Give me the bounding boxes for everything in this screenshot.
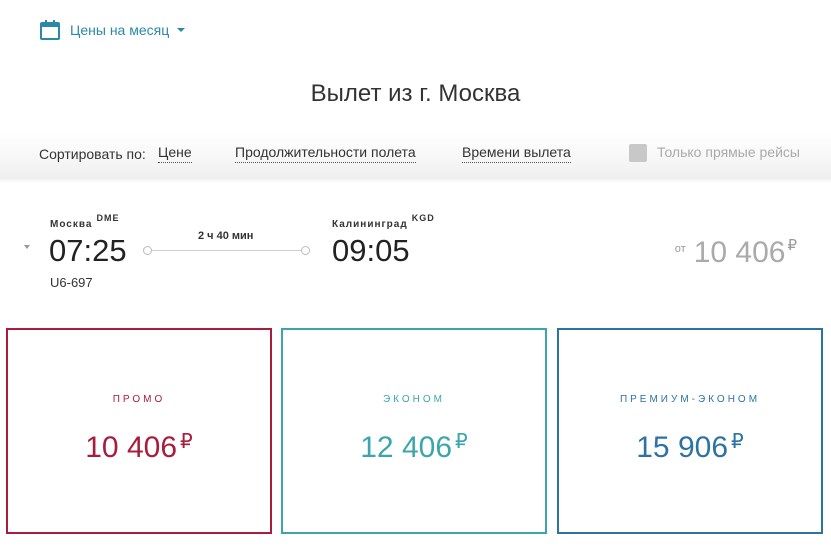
flight-number: U6-697 — [50, 275, 93, 290]
month-prices-dropdown[interactable]: Цены на месяц — [40, 20, 186, 40]
direct-flights-checkbox[interactable] — [629, 144, 647, 162]
from-price-value: 10 406 — [693, 236, 786, 269]
route-line — [148, 250, 306, 251]
fare-price-value: 10 406 — [85, 431, 178, 464]
fare-name: ПРОМО — [112, 394, 166, 405]
arrival-city: КалининградKGD — [332, 213, 435, 230]
sort-by-departure-time[interactable]: Времени вылета — [462, 144, 571, 163]
sort-by-price[interactable]: Цене — [158, 144, 192, 163]
departure-city: МоскваDME — [50, 213, 119, 230]
fare-price: 15 906 ₽ — [559, 429, 821, 465]
fare-price: 10 406 ₽ — [8, 429, 270, 465]
ruble-icon: ₽ — [455, 431, 468, 453]
route-start-dot — [143, 246, 152, 255]
expand-flight-icon[interactable] — [24, 245, 30, 249]
fare-card-economy[interactable]: ЭКОНОМ 12 406 ₽ — [281, 328, 547, 534]
from-prefix: от — [674, 243, 686, 255]
arrival-city-name: Калининград — [332, 219, 408, 230]
page-title: Вылет из г. Москва — [310, 80, 521, 107]
fare-price-value: 15 906 — [636, 431, 729, 464]
ruble-icon: ₽ — [180, 431, 193, 453]
fare-name: ЭКОНОМ — [382, 394, 445, 405]
fare-price-value: 12 406 — [360, 431, 453, 464]
arrival-airport-code: KGD — [411, 213, 435, 223]
month-prices-label: Цены на месяц — [70, 22, 170, 38]
departure-city-name: Москва — [50, 219, 93, 230]
chevron-down-icon — [177, 28, 186, 32]
ruble-icon: ₽ — [731, 431, 744, 453]
route-end-dot — [301, 246, 310, 255]
sort-by-duration[interactable]: Продолжительности полета — [235, 144, 416, 163]
fare-card-promo[interactable]: ПРОМО 10 406 ₽ — [6, 328, 272, 534]
calendar-icon — [40, 20, 60, 40]
fare-name: ПРЕМИУМ-ЭКОНОМ — [619, 394, 761, 405]
departure-airport-code: DME — [96, 213, 120, 223]
sort-label: Сортировать по: — [39, 146, 146, 162]
fare-price: 12 406 ₽ — [283, 429, 545, 465]
arrival-time: 09:05 — [332, 233, 410, 268]
sort-bar: Сортировать по: Цене Продолжительности п… — [0, 132, 831, 177]
sort-bar-shadow — [0, 177, 831, 183]
direct-flights-label[interactable]: Только прямые рейсы — [657, 144, 800, 160]
ruble-icon: ₽ — [787, 237, 797, 254]
fare-card-premium-economy[interactable]: ПРЕМИУМ-ЭКОНОМ 15 906 ₽ — [557, 328, 823, 534]
departure-time: 07:25 — [49, 233, 127, 268]
from-price: от 10 406 ₽ — [675, 236, 797, 270]
flight-duration: 2 ч 40 мин — [198, 230, 254, 242]
